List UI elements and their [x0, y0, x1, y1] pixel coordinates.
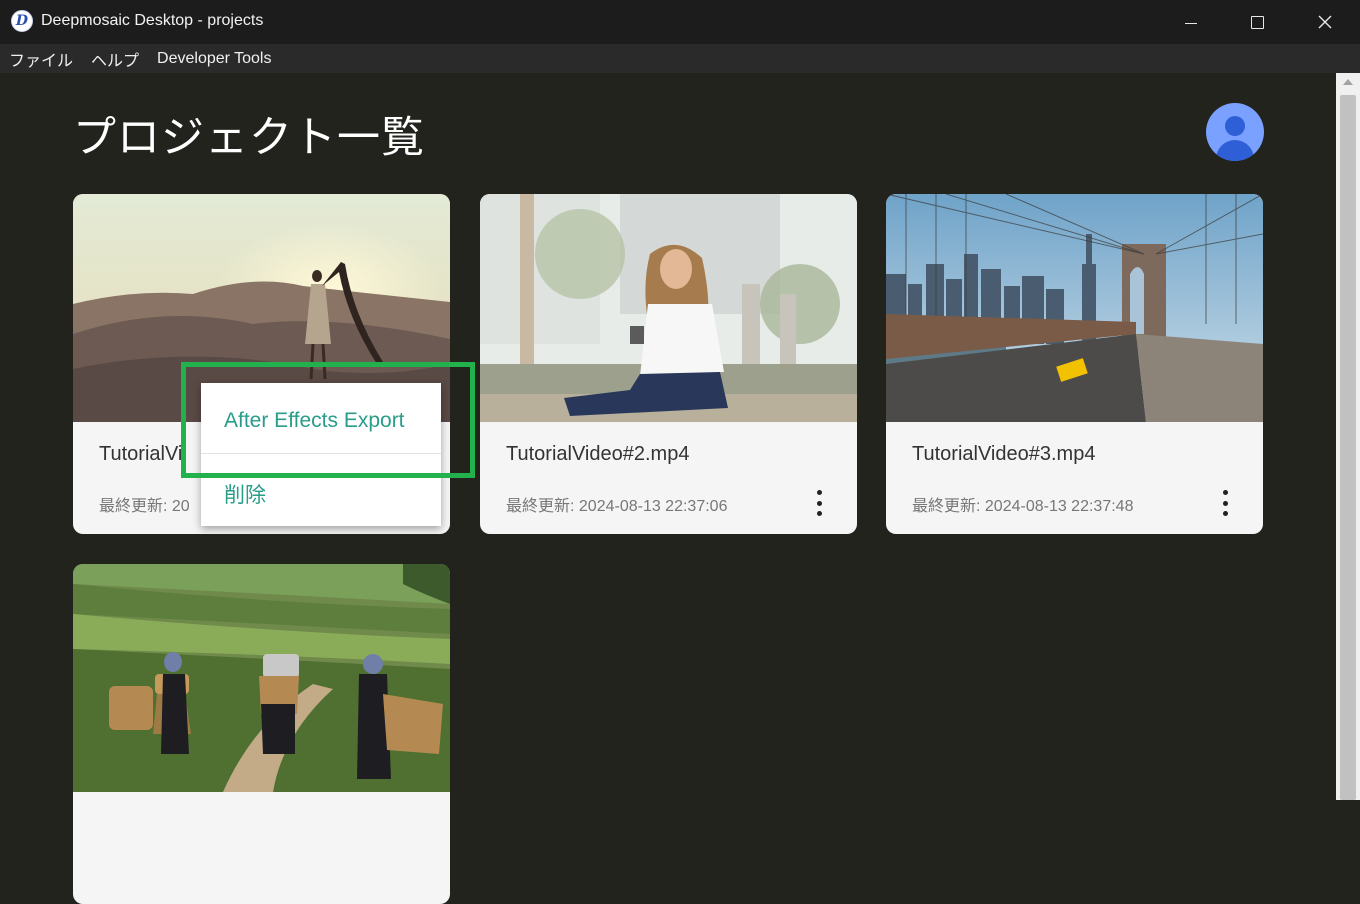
page-title: プロジェクト一覧	[73, 113, 425, 163]
close-button[interactable]	[1292, 0, 1358, 44]
minimize-icon	[1185, 22, 1197, 24]
close-icon	[1318, 15, 1332, 29]
project-name: TutorialVideo#3.mp4	[912, 443, 1096, 465]
project-thumbnail[interactable]	[886, 194, 1263, 422]
more-options-icon[interactable]	[813, 490, 825, 516]
project-updated-time: 最終更新: 2024-08-13 22:37:06	[506, 498, 728, 515]
avatar-body-icon	[1216, 140, 1254, 161]
project-card[interactable]: TutorialVideo#2.mp4 最終更新: 2024-08-13 22:…	[480, 194, 857, 534]
project-card[interactable]	[73, 564, 450, 904]
delete-menu-item[interactable]: 削除	[224, 479, 266, 509]
project-name: TutorialVi	[99, 443, 183, 465]
menu-bar: ファイル ヘルプ Developer Tools	[0, 44, 1360, 73]
menu-help[interactable]: ヘルプ	[82, 47, 148, 71]
project-thumbnail[interactable]	[73, 564, 450, 792]
project-updated-time: 最終更新: 20	[99, 498, 190, 515]
maximize-icon	[1250, 15, 1264, 29]
project-updated-time: 最終更新: 2024-08-13 22:37:48	[912, 498, 1134, 515]
scroll-thumb[interactable]	[1340, 95, 1356, 800]
menu-file[interactable]: ファイル	[0, 47, 82, 71]
project-thumbnail[interactable]	[480, 194, 857, 422]
user-avatar[interactable]	[1206, 103, 1264, 161]
more-options-icon[interactable]	[1219, 490, 1231, 516]
window-title: Deepmosaic Desktop - projects	[41, 12, 264, 29]
title-bar: D Deepmosaic Desktop - projects	[0, 0, 1360, 44]
vertical-scrollbar[interactable]	[1336, 73, 1360, 800]
menu-developer-tools[interactable]: Developer Tools	[148, 50, 280, 68]
project-name: TutorialVideo#2.mp4	[506, 443, 690, 465]
avatar-head-icon	[1225, 116, 1245, 136]
highlight-box	[181, 362, 475, 478]
app-logo-icon: D	[11, 10, 33, 32]
minimize-button[interactable]	[1158, 0, 1224, 44]
project-card[interactable]: TutorialVideo#3.mp4 最終更新: 2024-08-13 22:…	[886, 194, 1263, 534]
maximize-button[interactable]	[1224, 0, 1290, 44]
scroll-up-arrow-icon[interactable]	[1343, 79, 1353, 85]
